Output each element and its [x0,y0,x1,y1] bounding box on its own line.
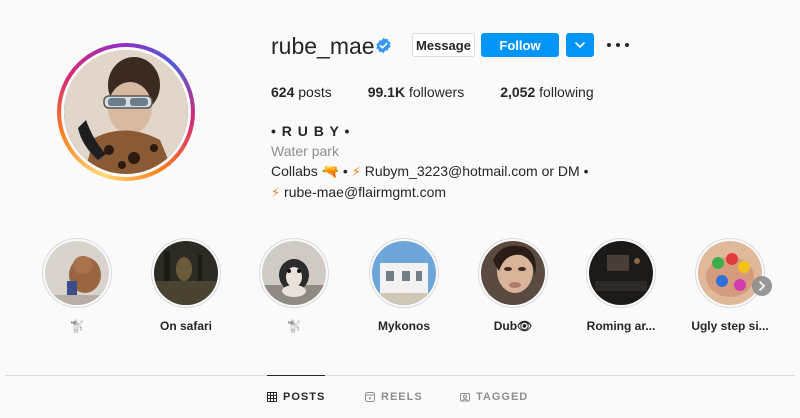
posts-count: 624 [271,84,295,100]
tab-posts-label: POSTS [283,391,326,403]
follow-button[interactable]: Follow [481,33,559,57]
grid-icon [267,392,277,402]
highlight-label: Roming ar... [586,319,656,333]
highlight-safari-photo-icon [154,241,218,305]
story-highlight[interactable]: On safari [141,238,231,333]
highlight-cover [481,241,545,305]
lightning-emoji: ⚡ [351,164,361,179]
profile-page: rube_mae Message Follow 624 posts 99.1K … [0,0,800,418]
highlight-mykonos-photo-icon [372,241,436,305]
profile-username: rube_mae [271,33,375,59]
highlight-rings-photo-icon [698,241,762,305]
story-highlight[interactable]: Mykonos [359,238,449,333]
bio-line-management: ⚡ rube-mae@flairmgmt.com [271,182,589,203]
highlight-label: On safari [159,319,213,333]
chevron-right-icon [759,281,765,291]
message-button[interactable]: Message [412,33,475,57]
bio-contact-email: Rubym_3223@hotmail.com or DM • [364,163,589,179]
highlight-roaming-photo-icon [589,241,653,305]
highlight-cover [589,241,653,305]
highlight-label: 🐩 [69,319,85,333]
bio-management-email: rube-mae@flairmgmt.com [284,184,447,200]
story-highlight[interactable]: Dub👁 [468,238,558,333]
highlight-dubai-photo-icon [481,241,545,305]
story-highlight[interactable]: 🐩 [249,238,339,333]
posts-stat: 624 posts [271,84,332,100]
profile-bio: • R U B Y • Water park Collabs 🔫 • ⚡ Rub… [271,121,589,203]
chevron-down-icon [575,42,585,48]
verified-badge-icon [376,37,391,54]
highlight-puppy-photo-icon [262,241,326,305]
tagged-icon [460,392,470,402]
tab-tagged[interactable]: TAGGED [460,375,528,418]
bio-line-collabs: Collabs 🔫 • ⚡ Rubym_3223@hotmail.com or … [271,161,589,182]
highlight-cover [45,241,109,305]
tab-reels-label: REELS [381,390,423,403]
avatar-photo-icon [64,50,188,174]
water-gun-emoji: 🔫 [321,163,340,179]
followers-label: followers [408,84,465,100]
reels-icon [365,391,375,402]
profile-display-name: • R U B Y • [271,123,351,139]
highlight-cover [698,241,762,305]
tab-tagged-label: TAGGED [476,390,529,403]
profile-stats: 624 posts 99.1K followers 2,052 followin… [271,84,630,100]
following-count: 2,052 [500,84,536,100]
highlight-label: Mykonos [377,319,430,333]
followers-stat[interactable]: 99.1K followers [368,84,465,100]
profile-avatar-story-ring[interactable] [57,43,195,181]
following-stat[interactable]: 2,052 following [500,84,593,100]
story-highlight[interactable]: Roming ar... [576,238,666,333]
highlight-cover [154,241,218,305]
story-highlight[interactable]: 🐩 [32,238,122,333]
avatar[interactable] [64,50,188,174]
followers-count: 99.1K [367,84,406,100]
suggested-dropdown-button[interactable] [566,33,594,57]
highlight-label: Dub👁 [493,319,533,333]
highlight-dog-photo-icon [45,241,109,305]
profile-category: Water park [271,143,339,159]
tab-posts[interactable]: POSTS [267,375,326,418]
highlight-label: Ugly step si... [691,319,769,333]
highlights-next-button[interactable] [752,276,772,296]
posts-label: posts [298,84,332,100]
highlight-cover [262,241,326,305]
highlight-label: 🐩 [286,319,302,333]
lightning-emoji: ⚡ [271,185,281,200]
bio-bullet: • [342,163,348,179]
more-options-icon[interactable] [607,37,629,53]
bio-collabs-text: Collabs [271,163,318,179]
following-label: following [539,84,594,100]
highlight-cover [372,241,436,305]
tab-reels[interactable]: REELS [365,375,423,418]
